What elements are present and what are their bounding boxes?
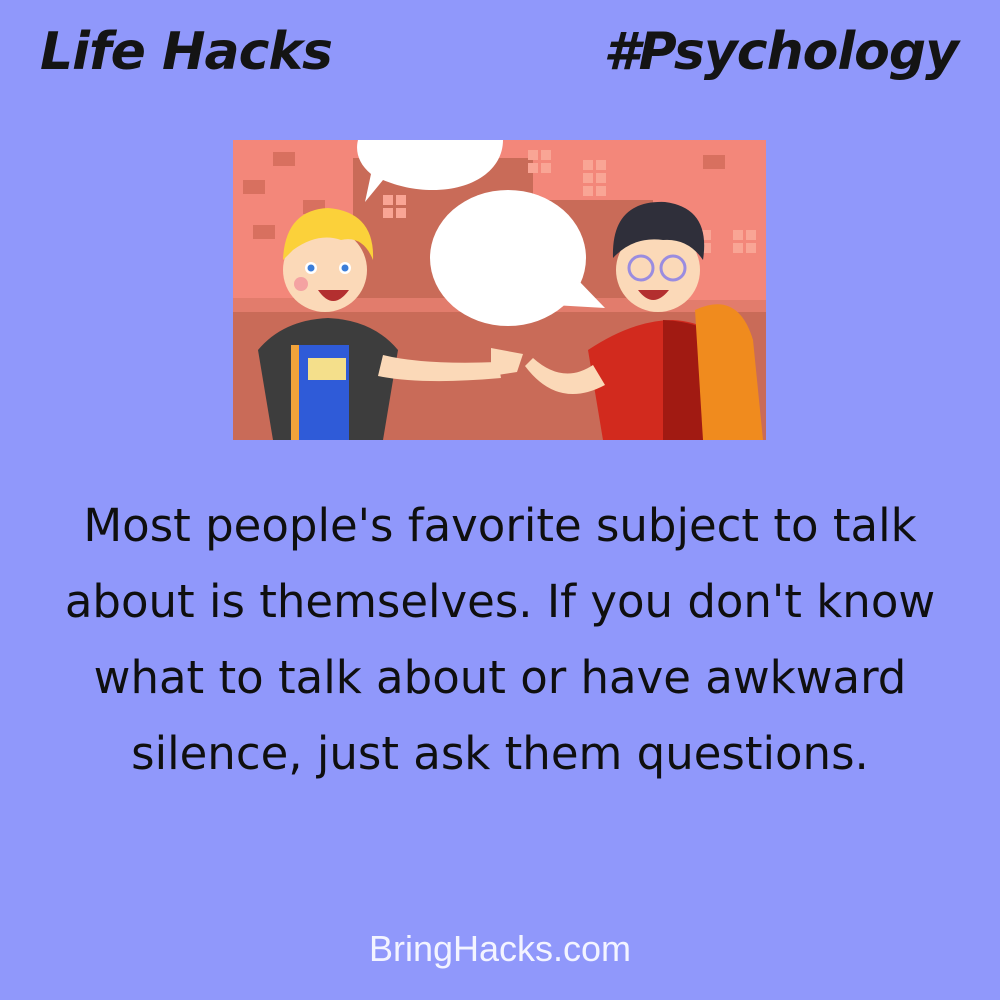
two-people-talking-illustration [233,140,766,440]
site-watermark: BringHacks.com [368,928,632,969]
brand-title: Life Hacks [40,22,333,82]
category-hashtag: #Psychology [603,22,959,82]
hack-description: Most people's favorite subject to talk a… [64,499,936,780]
